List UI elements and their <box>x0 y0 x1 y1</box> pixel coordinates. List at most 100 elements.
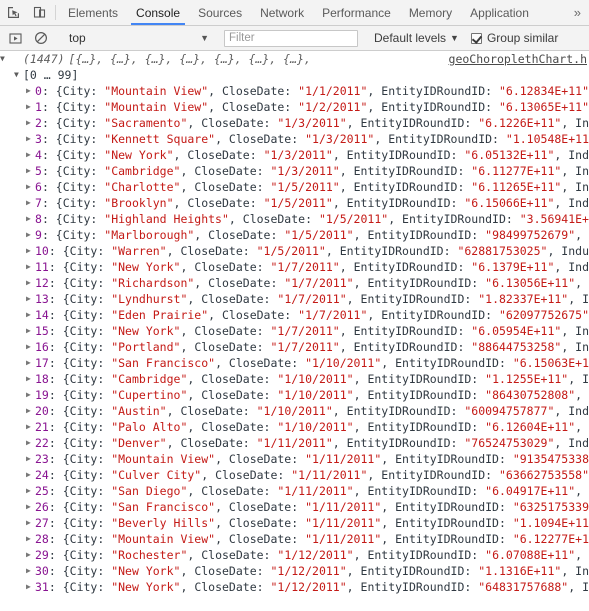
tab-network[interactable]: Network <box>251 0 313 25</box>
device-toolbar-icon[interactable] <box>26 0 52 25</box>
console-entry-row[interactable]: ▶ 8: {City: "Highland Heights", CloseDate… <box>0 211 589 227</box>
entity-id-value: "6.13056E+11" <box>485 276 576 290</box>
disclosure-triangle-closed-icon[interactable]: ▶ <box>26 451 35 467</box>
group-similar-toggle[interactable]: Group similar <box>470 31 558 45</box>
console-entry-row[interactable]: ▶ 20: {City: "Austin", CloseDate: "1/10/2… <box>0 403 589 419</box>
disclosure-triangle-closed-icon[interactable]: ▶ <box>26 371 35 387</box>
disclosure-triangle-closed-icon[interactable]: ▶ <box>26 163 35 179</box>
disclosure-triangle-closed-icon[interactable]: ▶ <box>26 179 35 195</box>
disclosure-triangle-closed-icon[interactable]: ▶ <box>26 99 35 115</box>
execution-context-select[interactable]: top ▼ <box>65 29 215 47</box>
console-entry-row[interactable]: ▶ 5: {City: "Cambridge", CloseDate: "1/3/… <box>0 163 589 179</box>
disclosure-triangle-closed-icon[interactable]: ▶ <box>26 227 35 243</box>
disclosure-triangle-closed-icon[interactable]: ▶ <box>26 467 35 483</box>
inspect-element-icon[interactable] <box>0 0 26 25</box>
console-entry-row[interactable]: ▶ 19: {City: "Cupertino", CloseDate: "1/1… <box>0 387 589 403</box>
console-entry-row[interactable]: ▶ 27: {City: "Beverly Hills", CloseDate: … <box>0 515 589 531</box>
disclosure-triangle-closed-icon[interactable]: ▶ <box>26 243 35 259</box>
disclosure-triangle-closed-icon[interactable]: ▶ <box>26 275 35 291</box>
console-entry-row[interactable]: ▶ 4: {City: "New York", CloseDate: "1/3/2… <box>0 147 589 163</box>
console-entry-row[interactable]: ▶ 25: {City: "San Diego", CloseDate: "1/1… <box>0 483 589 499</box>
tab-overflow-icon[interactable]: » <box>570 0 589 25</box>
tab-sources[interactable]: Sources <box>189 0 251 25</box>
console-entry-row[interactable]: ▶ 1: {City: "Mountain View", CloseDate: "… <box>0 99 589 115</box>
entry-open-brace: { <box>62 532 70 546</box>
disclosure-triangle-closed-icon[interactable]: ▶ <box>26 291 35 307</box>
log-levels-dropdown[interactable]: Default levels ▼ <box>374 31 459 45</box>
console-output-view[interactable]: geoChoroplethChart.h ▼ (1447) [{…}, {…}, {… <box>0 51 589 610</box>
entry-sep-2: , <box>367 84 382 98</box>
console-entry-row[interactable]: ▶ 22: {City: "Denver", CloseDate: "1/11/2… <box>0 435 589 451</box>
console-toolbar: top ▼ Default levels ▼ Group similar <box>0 26 589 51</box>
console-entry-row[interactable]: ▶ 3: {City: "Kennett Square", CloseDate: … <box>0 131 589 147</box>
disclosure-triangle-open-icon[interactable]: ▼ <box>0 51 9 67</box>
clear-console-icon[interactable] <box>28 31 54 45</box>
disclosure-triangle-closed-icon[interactable]: ▶ <box>26 483 35 499</box>
disclosure-triangle-closed-icon[interactable]: ▶ <box>26 195 35 211</box>
disclosure-triangle-closed-icon[interactable]: ▶ <box>26 563 35 579</box>
console-entry-row[interactable]: ▶ 11: {City: "New York", CloseDate: "1/7/… <box>0 259 589 275</box>
disclosure-triangle-closed-icon[interactable]: ▶ <box>26 323 35 339</box>
disclosure-triangle-closed-icon[interactable]: ▶ <box>26 547 35 563</box>
disclosure-triangle-closed-icon[interactable]: ▶ <box>26 387 35 403</box>
console-entry-row[interactable]: ▶ 14: {City: "Eden Prairie", CloseDate: "… <box>0 307 589 323</box>
console-entry-row[interactable]: ▶ 31: {City: "New York", CloseDate: "1/12… <box>0 579 589 595</box>
disclosure-triangle-closed-icon[interactable]: ▶ <box>26 355 35 371</box>
console-entry-row[interactable]: ▶ 18: {City: "Cambridge", CloseDate: "1/1… <box>0 371 589 387</box>
disclosure-triangle-closed-icon[interactable]: ▶ <box>26 435 35 451</box>
console-entry-row[interactable]: ▶ 29: {City: "Rochester", CloseDate: "1/1… <box>0 547 589 563</box>
entry-index: 29 <box>35 548 49 562</box>
disclosure-triangle-closed-icon[interactable]: ▶ <box>26 419 35 435</box>
tab-memory[interactable]: Memory <box>400 0 461 25</box>
console-entry-row[interactable]: ▶ 17: {City: "San Francisco", CloseDate: … <box>0 355 589 371</box>
tab-performance[interactable]: Performance <box>313 0 400 25</box>
console-entry-row[interactable]: ▶ 0: {City: "Mountain View", CloseDate: "… <box>0 83 589 99</box>
console-entry-row[interactable]: ▶ 10: {City: "Warren", CloseDate: "1/5/20… <box>0 243 589 259</box>
console-entry-row[interactable]: ▶ 21: {City: "Palo Alto", CloseDate: "1/1… <box>0 419 589 435</box>
console-entry-row[interactable]: ▶ 28: {City: "Mountain View", CloseDate: … <box>0 531 589 547</box>
tab-console[interactable]: Console <box>127 0 189 25</box>
console-group-header[interactable]: ▼ [0 … 99] <box>0 67 589 83</box>
tab-application[interactable]: Application <box>461 0 538 25</box>
city-value: "Kennett Square" <box>104 132 216 146</box>
disclosure-triangle-closed-icon[interactable]: ▶ <box>26 531 35 547</box>
entry-index: 6 <box>35 180 42 194</box>
source-link[interactable]: geoChoroplethChart.h <box>449 52 587 66</box>
entry-index: 25 <box>35 484 49 498</box>
tab-elements[interactable]: Elements <box>59 0 127 25</box>
console-entry-row[interactable]: ▶ 23: {City: "Mountain View", CloseDate: … <box>0 451 589 467</box>
filter-box[interactable] <box>224 29 358 47</box>
entity-id-value: "64831757688" <box>478 580 569 594</box>
disclosure-triangle-closed-icon[interactable]: ▶ <box>26 499 35 515</box>
execute-snippet-icon[interactable] <box>2 32 28 45</box>
group-similar-checkbox[interactable] <box>470 32 482 44</box>
disclosure-triangle-open-icon[interactable]: ▼ <box>14 67 23 83</box>
disclosure-triangle-closed-icon[interactable]: ▶ <box>26 307 35 323</box>
console-entry-row[interactable]: ▶ 7: {City: "Brooklyn", CloseDate: "1/5/2… <box>0 195 589 211</box>
disclosure-triangle-closed-icon[interactable]: ▶ <box>26 579 35 595</box>
entry-sep-2: , <box>339 340 354 354</box>
console-entry-row[interactable]: ▶ 2: {City: "Sacramento", CloseDate: "1/3… <box>0 115 589 131</box>
disclosure-triangle-closed-icon[interactable]: ▶ <box>26 339 35 355</box>
console-entry-row[interactable]: ▶ 30: {City: "New York", CloseDate: "1/12… <box>0 563 589 579</box>
console-entry-row[interactable]: ▶ 12: {City: "Richardson", CloseDate: "1/… <box>0 275 589 291</box>
console-entry-row[interactable]: ▶ 6: {City: "Charlotte", CloseDate: "1/5/… <box>0 179 589 195</box>
console-entry-row[interactable]: ▶ 24: {City: "Culver City", CloseDate: "1… <box>0 467 589 483</box>
entry-index: 13 <box>35 292 49 306</box>
filter-input[interactable] <box>229 32 353 44</box>
console-entry-row[interactable]: ▶ 13: {City: "Lyndhurst", CloseDate: "1/7… <box>0 291 589 307</box>
console-entry-row[interactable]: ▶ 15: {City: "New York", CloseDate: "1/7/… <box>0 323 589 339</box>
disclosure-triangle-closed-icon[interactable]: ▶ <box>26 515 35 531</box>
disclosure-triangle-closed-icon[interactable]: ▶ <box>26 211 35 227</box>
entry-sep-1: , <box>215 500 229 514</box>
disclosure-triangle-closed-icon[interactable]: ▶ <box>26 131 35 147</box>
disclosure-triangle-closed-icon[interactable]: ▶ <box>26 403 35 419</box>
console-entry-row[interactable]: ▶ 26: {City: "San Francisco", CloseDate: … <box>0 499 589 515</box>
console-entry-row[interactable]: ▶ 9: {City: "Marlborough", CloseDate: "1/… <box>0 227 589 243</box>
disclosure-triangle-closed-icon[interactable]: ▶ <box>26 115 35 131</box>
disclosure-triangle-closed-icon[interactable]: ▶ <box>26 259 35 275</box>
console-entry-row[interactable]: ▶ 16: {City: "Portland", CloseDate: "1/7/… <box>0 339 589 355</box>
disclosure-triangle-closed-icon[interactable]: ▶ <box>26 147 35 163</box>
array-count: (1447) <box>23 52 65 66</box>
disclosure-triangle-closed-icon[interactable]: ▶ <box>26 83 35 99</box>
